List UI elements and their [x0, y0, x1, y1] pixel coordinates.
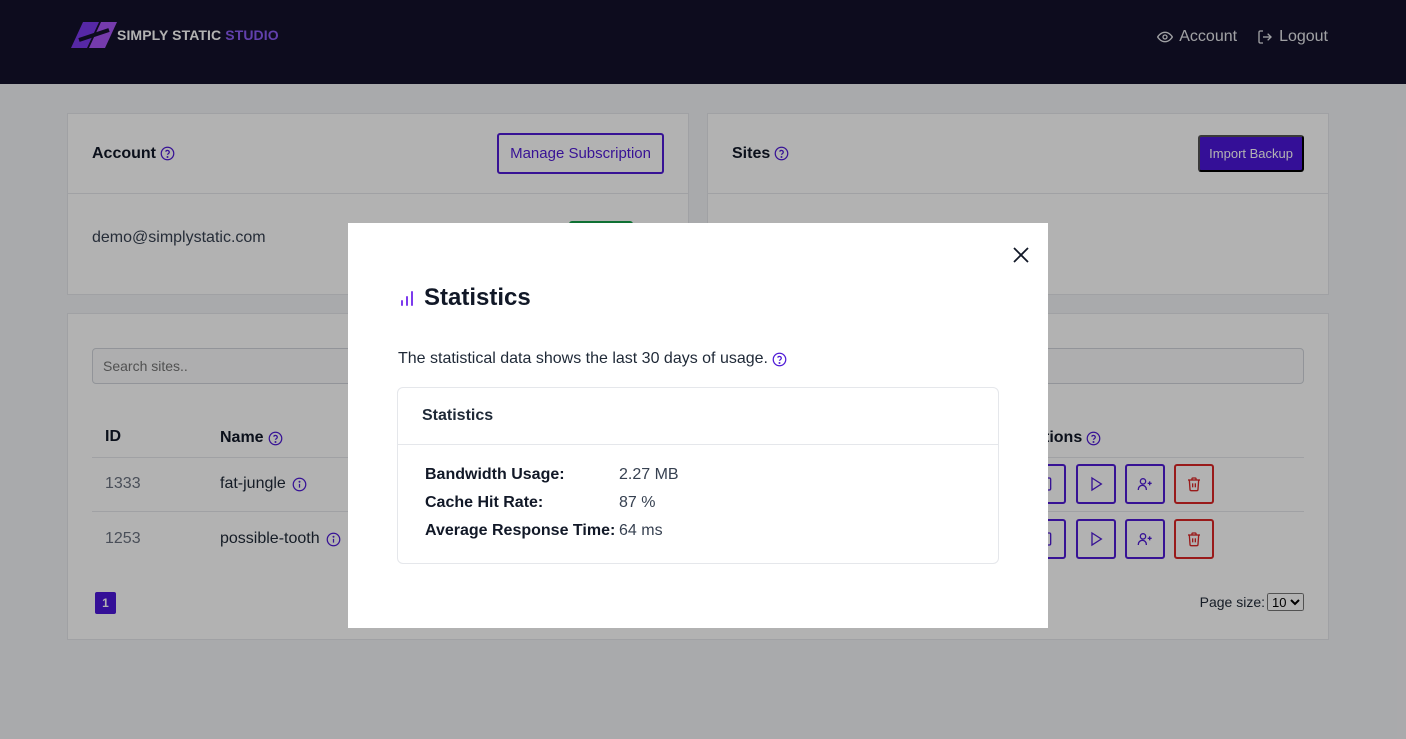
stat-row-cache-hit-rate: Cache Hit Rate: 87 % [425, 494, 655, 512]
statistics-modal: Statistics The statistical data shows th… [348, 223, 1048, 628]
modal-description: The statistical data shows the last 30 d… [398, 350, 787, 368]
stat-label: Cache Hit Rate: [425, 494, 544, 511]
stat-value: 2.27 MB [619, 466, 679, 483]
modal-title: Statistics [398, 284, 531, 312]
help-icon[interactable] [772, 352, 787, 367]
modal-description-text: The statistical data shows the last 30 d… [398, 350, 768, 367]
stat-label: Average Response Time: [425, 522, 616, 539]
stat-label: Bandwidth Usage: [425, 466, 565, 483]
statistics-panel-title: Statistics [398, 388, 998, 445]
stat-value: 64 ms [619, 522, 663, 539]
modal-title-text: Statistics [424, 284, 531, 311]
statistics-panel: Statistics Bandwidth Usage: 2.27 MB Cach… [397, 387, 999, 564]
close-icon[interactable] [1011, 245, 1031, 265]
stat-row-response-time: Average Response Time: 64 ms [425, 522, 663, 540]
stat-row-bandwidth: Bandwidth Usage: 2.27 MB [425, 466, 679, 484]
bar-chart-icon [401, 291, 413, 306]
stat-value: 87 % [619, 494, 656, 511]
